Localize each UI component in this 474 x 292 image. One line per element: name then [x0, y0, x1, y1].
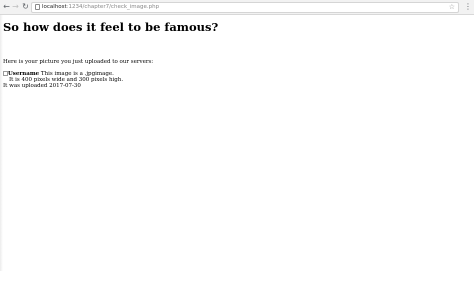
left-edge-shadow — [0, 15, 3, 271]
back-arrow-icon[interactable]: ← — [2, 2, 11, 11]
page-bottom-area — [0, 271, 474, 292]
url-path: :1234/chapter7/check_image.php — [66, 4, 160, 10]
more-vert-icon[interactable]: ⋮ — [464, 2, 472, 11]
url-host: localhost — [42, 4, 67, 10]
browser-window: ← → ↻ localhost:1234/chapter7/check_imag… — [0, 0, 474, 292]
forward-arrow-icon[interactable]: → — [11, 2, 20, 11]
page-info-icon[interactable] — [35, 4, 40, 10]
upload-date-text: It was uploaded 2017-07-30 — [3, 83, 81, 89]
page-viewport: So how does it feel to be famous? Here i… — [0, 15, 474, 271]
page-heading: So how does it feel to be famous? — [3, 20, 219, 34]
reload-icon[interactable]: ↻ — [21, 2, 30, 11]
bookmark-star-icon[interactable]: ☆ — [449, 3, 455, 12]
address-bar[interactable]: localhost:1234/chapter7/check_image.php … — [31, 2, 459, 13]
url-text[interactable]: localhost:1234/chapter7/check_image.php — [42, 3, 159, 12]
intro-text: Here is your picture you just uploaded t… — [3, 59, 154, 65]
browser-toolbar: ← → ↻ localhost:1234/chapter7/check_imag… — [0, 0, 474, 15]
